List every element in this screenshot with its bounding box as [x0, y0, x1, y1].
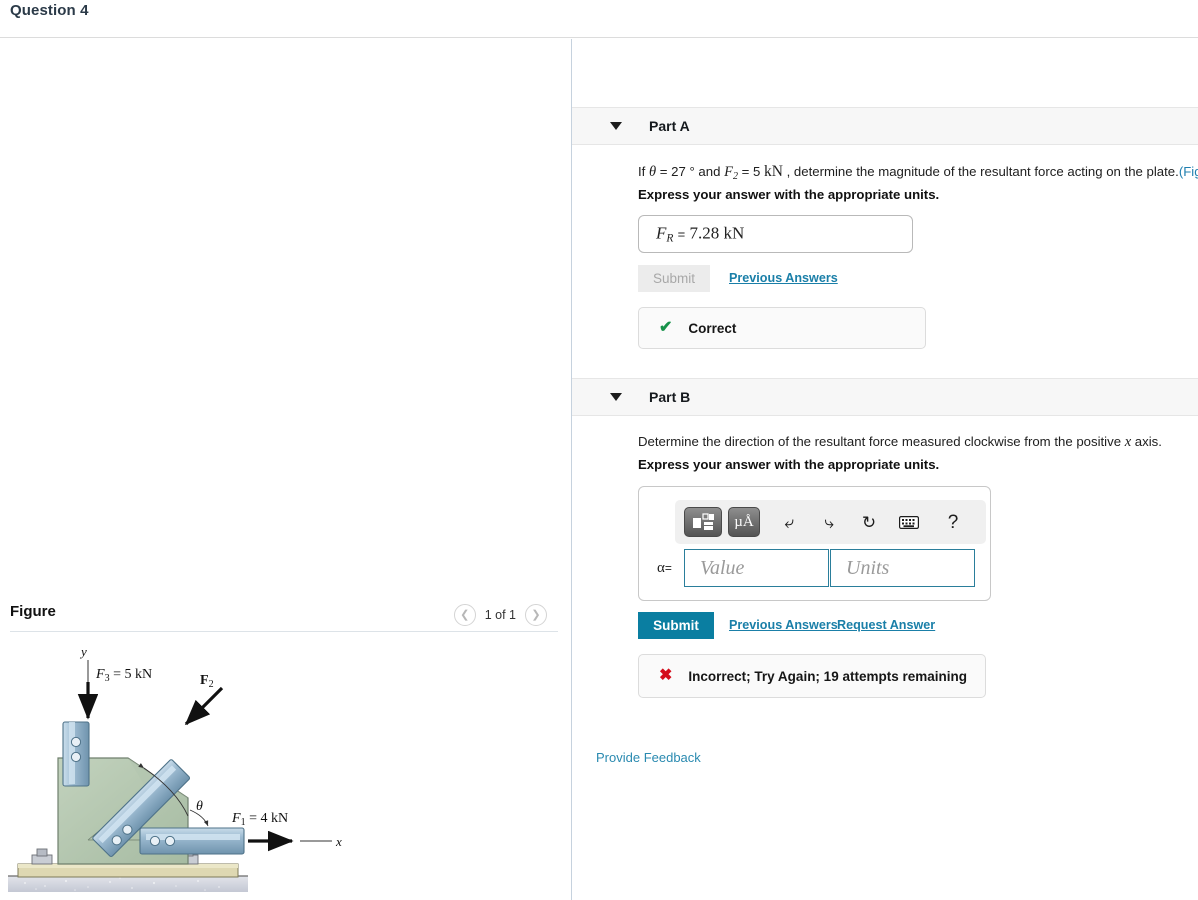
alpha-symbol: α [657, 560, 665, 576]
part-a-header[interactable]: Part A [572, 107, 1198, 145]
part-a-label: Part A [649, 118, 690, 134]
units-button[interactable]: µÅ [728, 507, 760, 537]
part-b-prompt: Determine the direction of the resultant… [638, 432, 1162, 453]
force-f3-label: F3 = 5 kN [95, 667, 152, 684]
part-b-request-answer-link[interactable]: Request Answer [837, 618, 935, 632]
chevron-right-icon: ❯ [531, 608, 541, 621]
prompt-f2: F [724, 164, 733, 180]
units-input-wrapper[interactable] [830, 549, 975, 587]
part-b-label: Part B [649, 389, 691, 405]
part-b-answer-widget: µÅ ⤶ ⤷ ↻ ? α= Value Units [638, 486, 991, 601]
math-toolbar: µÅ ⤶ ⤷ ↻ ? [675, 500, 986, 544]
caret-down-icon[interactable] [610, 393, 622, 401]
page-title: Question 4 [10, 2, 89, 19]
figure-pane: Figure ❮ 1 of 1 ❯ y F3 = 5 kN F2 F1 = 4 … [0, 39, 571, 900]
part-b-variable-label: α= [657, 560, 672, 577]
part-a-symbol-sub: R [666, 232, 674, 245]
part-a-symbol: F [656, 223, 667, 243]
part-b-submit-button[interactable]: Submit [638, 612, 714, 639]
part-a-answer-field[interactable]: FR = 7.28 kN [638, 215, 913, 253]
figure-reference-link[interactable]: (Fig [1179, 164, 1198, 179]
cross-icon: ✖ [659, 667, 673, 684]
part-a-submit-button: Submit [638, 265, 710, 292]
chevron-left-icon: ❮ [460, 608, 470, 621]
check-icon: ✔ [659, 319, 673, 336]
prompt-rest: , determine the magnitude of the resulta… [782, 164, 1179, 179]
keyboard-icon[interactable] [898, 511, 920, 533]
force-f1-label: F1 = 4 kN [231, 811, 288, 828]
force-f2-label: F2 [200, 673, 214, 690]
bolt-left [31, 848, 53, 865]
provide-feedback-link[interactable]: Provide Feedback [596, 750, 701, 765]
part-b-instruction: Express your answer with the appropriate… [638, 457, 940, 472]
units-input[interactable] [831, 550, 974, 586]
template-icon[interactable] [684, 507, 722, 537]
figure-prev-button[interactable]: ❮ [453, 604, 476, 626]
part-b-status-badge: ✖ Incorrect; Try Again; 19 attempts rema… [638, 654, 986, 698]
part-a-value: 7.28 kN [689, 223, 745, 243]
ground-surface [8, 876, 248, 892]
value-input[interactable] [685, 550, 828, 586]
figure-panel-title: Figure [10, 603, 56, 620]
vertical-member [62, 721, 90, 787]
redo-arrow-icon[interactable]: ⤷ [818, 511, 840, 533]
part-a-previous-answers-link[interactable]: Previous Answers [729, 271, 838, 285]
figure-page-indicator: 1 of 1 [484, 608, 516, 622]
mechanics-diagram-svg: y F3 = 5 kN F2 F1 = 4 kN x θ [8, 644, 342, 892]
figure-image: y F3 = 5 kN F2 F1 = 4 kN x θ [0, 640, 571, 900]
question-page: Question 4 Figure ❮ 1 of 1 ❯ y F3 = 5 kN… [0, 0, 1198, 900]
theta-label: θ [196, 799, 203, 814]
value-input-wrapper[interactable] [684, 549, 829, 587]
part-a-prompt: If θ = 27 ° and F2 = 5 kN , determine th… [638, 161, 1198, 184]
alpha-equals: = [664, 561, 672, 575]
prompt-prefix: If [638, 164, 649, 179]
prompt-eq1: = 27 ° and [656, 164, 725, 179]
undo-arrow-icon[interactable]: ⤶ [778, 511, 800, 533]
axis-x-label: x [335, 834, 342, 849]
part-b-prompt-a: Determine the direction of the resultant… [638, 434, 1125, 449]
part-b-status-text: Incorrect; Try Again; 19 attempts remain… [688, 668, 967, 684]
force-f2-arrow [184, 686, 224, 726]
part-a-answer-content: FR = 7.28 kN [656, 223, 744, 244]
part-a-instruction: Express your answer with the appropriate… [638, 187, 940, 202]
figure-next-button[interactable]: ❯ [525, 604, 547, 626]
part-a-status-badge: ✔ Correct [638, 307, 926, 349]
horizontal-member [139, 827, 245, 855]
prompt-eq2: = 5 [737, 164, 764, 179]
figure-divider [10, 631, 558, 632]
part-b-previous-answers-link[interactable]: Previous Answers [729, 618, 838, 632]
axis-y-label: y [79, 644, 87, 659]
prompt-kn: kN [763, 163, 783, 180]
part-b-header[interactable]: Part B [572, 378, 1198, 416]
part-a-status-text: Correct [688, 320, 737, 336]
reset-circular-arrow-icon[interactable]: ↻ [858, 511, 880, 533]
top-header-bar: Question 4 [0, 0, 1198, 38]
part-b-prompt-b: axis. [1131, 434, 1162, 449]
answer-pane: Part A If θ = 27 ° and F2 = 5 kN , deter… [572, 39, 1198, 900]
figure-pagination: ❮ 1 of 1 ❯ [453, 604, 547, 626]
question-mark-icon[interactable]: ? [942, 511, 964, 533]
units-button-label: µÅ [734, 513, 754, 530]
caret-down-icon[interactable] [610, 122, 622, 130]
part-a-equals: = [677, 226, 686, 242]
